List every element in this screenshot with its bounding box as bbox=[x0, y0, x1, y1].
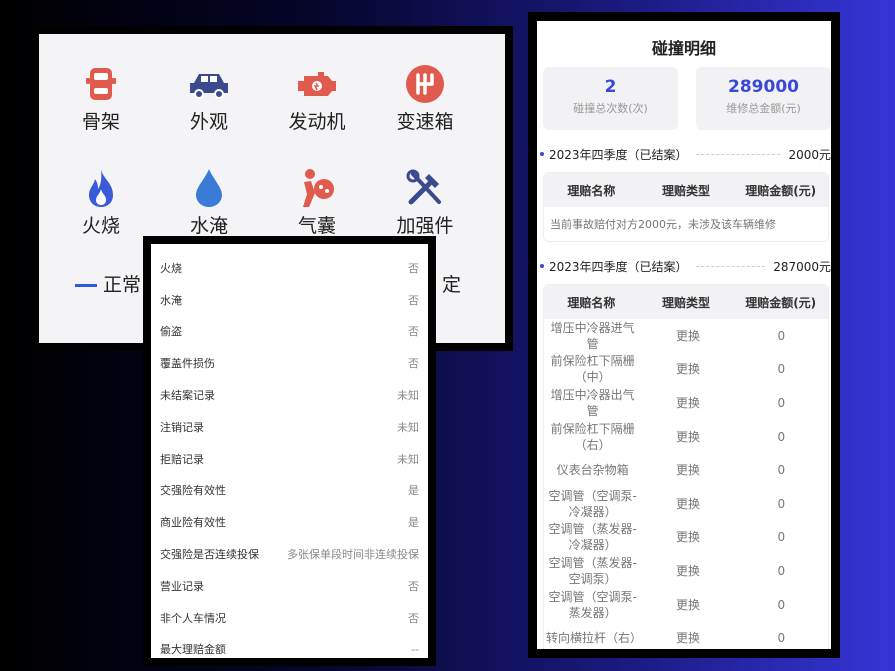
tools-icon bbox=[403, 166, 447, 210]
page-title: 碰撞明细 bbox=[651, 39, 716, 58]
table-row: 增压中冷器出气管 更换 0 bbox=[550, 387, 786, 418]
period-dot bbox=[540, 264, 544, 268]
table-row: 前保险杠下隔栅（中） 更换 0 bbox=[550, 354, 786, 385]
collision-detail-panel: 碰撞明细 2 碰撞总次数(次) 289000 维修总金额(元) 2023年四季度… bbox=[528, 12, 840, 658]
list-item: 商业险有效性是 bbox=[160, 516, 419, 530]
gearbox-icon bbox=[403, 62, 447, 106]
list-item: 水淹否 bbox=[160, 293, 419, 307]
list-item: 交强险是否连续投保 多张保单段时间非连续投保 bbox=[160, 548, 419, 562]
claim-table: 理赔名称 理赔类型 理赔金额(元) 当前事故赔付对方2000元，未涉及该车辆维修 bbox=[543, 172, 829, 242]
collision-detail-body: 碰撞明细 2 碰撞总次数(次) 289000 维修总金额(元) 2023年四季度… bbox=[537, 21, 831, 649]
table-header: 理赔名称 理赔类型 理赔金额(元) bbox=[544, 173, 828, 207]
record-list: 火烧否 水淹否 偷盗否 覆盖件损伤否 未结案记录 未知 注销记录 未知 拒赔记录 未知… bbox=[151, 244, 428, 658]
category-label: 骨架 bbox=[81, 111, 120, 133]
table-row: 空调管（空调泵-蒸发器） 更换 0 bbox=[548, 589, 786, 620]
list-item: 覆盖件损伤否 bbox=[160, 357, 419, 371]
period-header[interactable]: 2023年四季度（已结案） 287000元 bbox=[537, 254, 831, 278]
category-flood[interactable]: 水淹 bbox=[159, 166, 259, 238]
category-label: 加强件 bbox=[396, 215, 454, 237]
airbag-icon bbox=[295, 166, 339, 210]
table-row: 空调管（空调泵-冷凝器） 更换 0 bbox=[548, 488, 786, 519]
legend-normal: 正常 bbox=[75, 270, 141, 297]
engine-icon bbox=[295, 62, 339, 106]
claim-note: 当前事故赔付对方2000元，未涉及该车辆维修 bbox=[550, 218, 776, 231]
car-exterior-icon bbox=[187, 62, 231, 106]
table-header: 理赔名称 理赔类型 理赔金额(元) bbox=[544, 285, 828, 319]
divider bbox=[695, 153, 781, 155]
category-reinforcement[interactable]: 加强件 bbox=[375, 166, 475, 238]
table-row: 空调管（蒸发器-空调泵） 更换 0 bbox=[548, 555, 786, 586]
record-panel: 火烧否 水淹否 偷盗否 覆盖件损伤否 未结案记录 未知 注销记录 未知 拒赔记录 未知… bbox=[143, 236, 436, 666]
table-row: 转向横拉杆（右） 更换 0 bbox=[546, 631, 786, 646]
list-item: 偷盗否 bbox=[160, 325, 419, 339]
divider bbox=[695, 265, 766, 267]
list-item: 营业记录否 bbox=[160, 579, 419, 593]
category-label: 水淹 bbox=[189, 215, 228, 237]
category-exterior[interactable]: 外观 bbox=[159, 62, 259, 134]
list-item: 火烧否 bbox=[160, 261, 419, 275]
table-row: 前保险杠下隔栅（右） 更换 0 bbox=[550, 421, 786, 452]
period-header[interactable]: 2023年四季度（已结案） 2000元 bbox=[537, 142, 831, 166]
category-airbag[interactable]: 气囊 bbox=[267, 166, 367, 238]
stat-repair-total: 289000 维修总金额(元) bbox=[696, 67, 831, 130]
car-frame-icon bbox=[79, 62, 123, 106]
stats-row: 2 碰撞总次数(次) 289000 维修总金额(元) bbox=[537, 67, 831, 130]
legend-right-fragment: 定 bbox=[442, 274, 462, 296]
legend-normal-label: 正常 bbox=[103, 274, 142, 296]
list-item: 拒赔记录 未知 bbox=[160, 452, 419, 466]
legend-dash bbox=[75, 284, 97, 287]
category-label: 外观 bbox=[189, 111, 228, 133]
category-gearbox[interactable]: 变速箱 bbox=[375, 62, 475, 134]
category-frame[interactable]: 骨架 bbox=[51, 62, 151, 134]
list-item: 未结案记录 未知 bbox=[160, 389, 419, 403]
category-fire[interactable]: 火烧 bbox=[51, 166, 151, 238]
category-label: 气囊 bbox=[297, 215, 336, 237]
fire-icon bbox=[79, 166, 123, 210]
category-engine[interactable]: 发动机 bbox=[267, 62, 367, 134]
table-row: 仪表台杂物箱 更换 0 bbox=[556, 463, 786, 478]
list-item: 非个人车情况否 bbox=[160, 611, 419, 625]
category-label: 火烧 bbox=[81, 215, 120, 237]
water-drop-icon bbox=[187, 166, 231, 210]
table-row: 增压中冷器进气管 更换 0 bbox=[550, 320, 786, 351]
list-item: 最大理赔金额 -- bbox=[160, 642, 419, 657]
period-dot bbox=[540, 152, 544, 156]
stat-collision-count: 2 碰撞总次数(次) bbox=[543, 67, 678, 130]
category-label: 发动机 bbox=[288, 111, 346, 133]
list-item: 交强险有效性是 bbox=[160, 484, 419, 498]
table-row: 空调管（蒸发器-冷凝器） 更换 0 bbox=[548, 522, 786, 553]
claim-table: 理赔名称 理赔类型 理赔金额(元) 增压中冷器进气管 更换 0 前保险杠下隔栅（中）… bbox=[543, 284, 829, 649]
category-label: 变速箱 bbox=[396, 111, 454, 133]
list-item: 注销记录 未知 bbox=[160, 420, 419, 434]
